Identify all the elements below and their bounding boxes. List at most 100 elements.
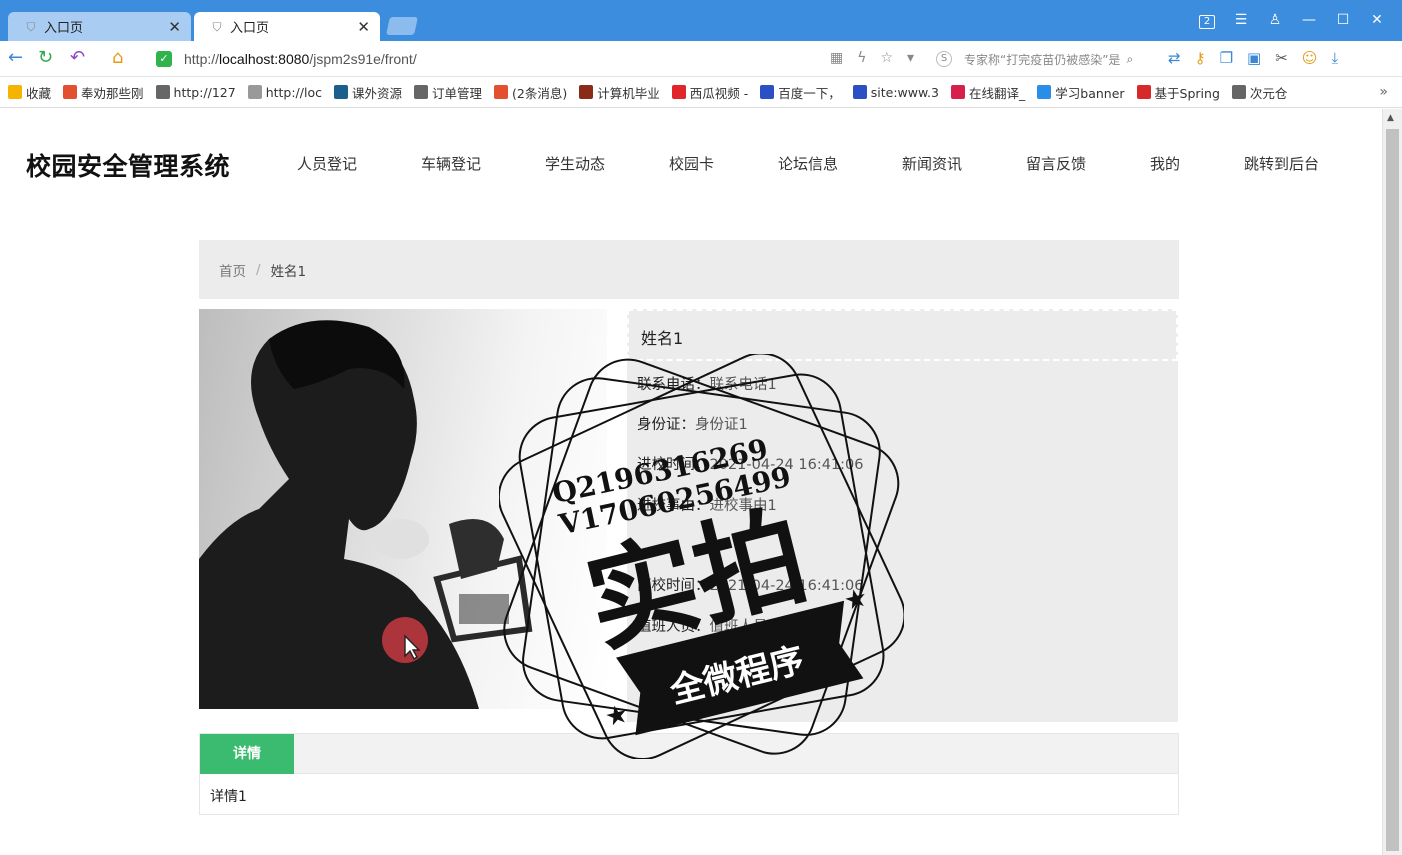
bookmark-label: http://127 bbox=[173, 84, 236, 100]
bookmark-item[interactable]: 基于Spring bbox=[1136, 83, 1220, 102]
search-engine-icon: S bbox=[936, 51, 952, 67]
lightning-icon[interactable]: ϟ bbox=[857, 50, 866, 66]
vertical-scrollbar[interactable]: ▲ bbox=[1382, 109, 1402, 855]
nav-item-feedback[interactable]: 留言反馈 bbox=[1026, 153, 1086, 174]
bookmark-icon bbox=[333, 85, 348, 99]
copy-icon[interactable]: ❐ bbox=[1220, 49, 1233, 67]
more-bookmarks-icon[interactable]: » bbox=[1379, 84, 1388, 100]
bookmark-label: 收藏 bbox=[26, 85, 52, 101]
key-icon[interactable]: ⚷ bbox=[1195, 49, 1206, 67]
bookmark-label: 学习banner bbox=[1055, 85, 1125, 101]
bookmark-icon bbox=[494, 85, 509, 99]
bookmark-item[interactable]: site:www.3 bbox=[852, 85, 939, 100]
window-count-icon[interactable]: 2 bbox=[1190, 8, 1224, 32]
secure-shield-icon: ✓ bbox=[156, 51, 172, 67]
minimize-icon[interactable]: — bbox=[1292, 8, 1326, 32]
new-tab-button[interactable] bbox=[386, 17, 418, 35]
bookmark-item[interactable]: http://127 bbox=[155, 84, 236, 100]
bookmark-icon bbox=[1231, 85, 1246, 99]
bookmark-label: 西瓜视频 - bbox=[689, 85, 749, 101]
field-id-card: 身份证：身份证1 bbox=[637, 417, 748, 433]
nav-item-mine[interactable]: 我的 bbox=[1150, 153, 1180, 174]
bookmark-label: 课外资源 bbox=[351, 85, 402, 101]
home-icon[interactable]: ⌂ bbox=[112, 48, 123, 68]
bookmark-item[interactable]: 计算机毕业 bbox=[579, 83, 660, 102]
bookmark-item[interactable]: 收藏 bbox=[8, 83, 51, 102]
bookmark-item[interactable]: 订单管理 bbox=[414, 83, 482, 102]
nav-item-person-register[interactable]: 人员登记 bbox=[297, 153, 357, 174]
site-title: 校园安全管理系统 bbox=[26, 152, 231, 181]
bookmark-icon bbox=[247, 85, 262, 99]
detail-name: 姓名1 bbox=[641, 329, 684, 348]
window-controls: 2 ☰ ♙ — ☐ ✕ bbox=[1190, 8, 1394, 32]
bookmark-icon bbox=[760, 85, 775, 99]
nav-item-forum[interactable]: 论坛信息 bbox=[778, 153, 838, 174]
scissors-icon[interactable]: ✂ bbox=[1275, 49, 1288, 67]
nav-item-campus-card[interactable]: 校园卡 bbox=[669, 153, 714, 174]
browser-tab-label: 入口页 bbox=[230, 21, 270, 36]
breadcrumb-current: 姓名1 bbox=[270, 263, 307, 280]
scroll-up-icon[interactable]: ▲ bbox=[1387, 113, 1394, 123]
bookmark-item[interactable]: 学习banner bbox=[1037, 83, 1125, 102]
bookmark-item[interactable]: 课外资源 bbox=[333, 83, 402, 102]
nav-item-go-admin[interactable]: 跳转到后台 bbox=[1244, 153, 1319, 174]
menu-icon[interactable]: ☰ bbox=[1224, 8, 1258, 32]
bookmark-label: 百度一下， bbox=[778, 85, 841, 101]
page-favicon-icon: ⛉ bbox=[212, 19, 222, 34]
browser-tab-2[interactable]: ⛉ 入口页 ✕ bbox=[194, 12, 380, 41]
field-enter-time: 进校时间：2021-04-24 16:41:06 bbox=[637, 457, 864, 473]
tab-header bbox=[200, 734, 1178, 774]
field-leave-time: 离校时间：2021-04-24 16:41:06 bbox=[637, 578, 864, 594]
bookmark-item[interactable]: 奉劝那些刚 bbox=[63, 83, 144, 102]
nav-item-news[interactable]: 新闻资讯 bbox=[902, 153, 962, 174]
close-tab-icon[interactable]: ✕ bbox=[357, 18, 370, 36]
bookmark-item[interactable]: 次元仓 bbox=[1231, 83, 1287, 102]
breadcrumb-home[interactable]: 首页 bbox=[219, 260, 246, 280]
book-icon[interactable]: ▣ bbox=[1247, 49, 1261, 67]
tab-details[interactable]: 详情 bbox=[200, 734, 294, 774]
browser-tab-1[interactable]: ⛉ 入口页 ✕ bbox=[8, 12, 191, 41]
bookmark-item[interactable]: http://loc bbox=[247, 85, 322, 100]
star-icon bbox=[8, 85, 22, 99]
bookmark-icon bbox=[414, 85, 428, 99]
bookmark-label: (2条消息) bbox=[512, 85, 568, 101]
extension-icons: ⇄ ⚷ ❐ ▣ ✂ ☺ ⤓ bbox=[1168, 49, 1338, 67]
bookmark-item[interactable]: 在线翻译_ bbox=[951, 83, 1025, 102]
translate-icon[interactable]: ⇄ bbox=[1168, 49, 1181, 67]
breadcrumb: 首页 / 姓名1 bbox=[199, 240, 1179, 299]
close-tab-icon[interactable]: ✕ bbox=[168, 18, 181, 36]
close-window-icon[interactable]: ✕ bbox=[1360, 8, 1394, 32]
qrcode-icon[interactable]: ▦ bbox=[830, 50, 843, 66]
bookmark-item[interactable]: 百度一下， bbox=[760, 83, 841, 102]
bookmark-label: 基于Spring bbox=[1154, 85, 1220, 101]
maximize-icon[interactable]: ☐ bbox=[1326, 8, 1360, 32]
breadcrumb-separator: / bbox=[256, 261, 261, 278]
url-text[interactable]: http://localhost:8080/jspm2s91e/front/ bbox=[184, 51, 417, 67]
chevron-down-icon[interactable]: ▾ bbox=[907, 50, 914, 66]
star-icon[interactable]: ☆ bbox=[880, 50, 893, 66]
emoji-icon[interactable]: ☺ bbox=[1302, 49, 1318, 67]
bookmark-icon bbox=[671, 85, 686, 99]
bookmark-icon bbox=[852, 85, 867, 99]
bookmark-icon bbox=[579, 85, 594, 99]
search-box[interactable]: S 专家称“打完疫苗仍被感染”是 ⌕ bbox=[936, 49, 1151, 69]
field-enter-reason: 进校事由：进校事由1 bbox=[637, 498, 777, 514]
mouse-cursor bbox=[382, 617, 428, 663]
browser-tab-strip: ⛉ 入口页 ✕ ⛉ 入口页 ✕ 2 ☰ ♙ — ☐ ✕ bbox=[0, 0, 1402, 41]
search-icon[interactable]: ⌕ bbox=[1126, 52, 1133, 67]
url-bar[interactable]: ✓ http://localhost:8080/jspm2s91e/front/ bbox=[150, 45, 925, 73]
bookmark-item[interactable]: 西瓜视频 - bbox=[671, 83, 749, 102]
back-icon[interactable]: ← bbox=[8, 48, 23, 68]
bookmark-icon bbox=[1037, 85, 1052, 99]
skin-icon[interactable]: ♙ bbox=[1258, 8, 1292, 32]
refresh-icon[interactable]: ↻ bbox=[38, 48, 53, 68]
bookmark-icon bbox=[951, 85, 965, 99]
undo-icon[interactable]: ↶ bbox=[70, 48, 85, 68]
bookmark-item[interactable]: (2条消息) bbox=[494, 83, 567, 102]
nav-item-student-activity[interactable]: 学生动态 bbox=[545, 153, 605, 174]
bookmarks-bar: 收藏 奉劝那些刚 http://127 http://loc 课外资源 订单管理 (2条消息… bbox=[0, 77, 1402, 108]
nav-item-vehicle-register[interactable]: 车辆登记 bbox=[421, 153, 481, 174]
detail-panel: 姓名1 联系电话：联系电话1 身份证：身份证1 进校时间：2021-04-24 … bbox=[627, 309, 1178, 722]
download-icon[interactable]: ⤓ bbox=[1331, 49, 1338, 67]
scrollbar-thumb[interactable] bbox=[1386, 129, 1399, 851]
